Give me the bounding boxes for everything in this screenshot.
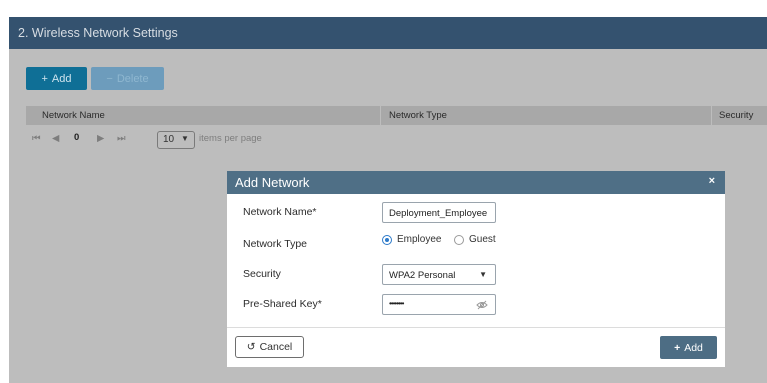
cancel-button-label: Cancel [259, 341, 293, 353]
plus-icon: + [674, 341, 681, 354]
items-per-page-label: items per page [199, 133, 262, 144]
radio-employee[interactable] [382, 235, 392, 245]
section-title: 2. Wireless Network Settings [18, 26, 178, 40]
first-page-icon[interactable]: ⏮ [32, 133, 41, 144]
network-name-input[interactable]: Deployment_Employee [382, 202, 496, 223]
page: 2. Wireless Network Settings + Add − Del… [0, 0, 767, 383]
column-divider [711, 106, 712, 125]
eye-slash-icon[interactable] [476, 300, 488, 310]
dialog-header: Add Network × [227, 171, 725, 194]
dialog-title: Add Network [235, 175, 310, 190]
pre-shared-key-label: Pre-Shared Key* [243, 298, 322, 310]
current-page: 0 [74, 132, 80, 143]
last-page-icon[interactable]: ⏭ [117, 133, 126, 144]
table-header: Network Name Network Type Security [26, 106, 767, 125]
close-icon[interactable]: × [709, 175, 715, 187]
radio-guest-label: Guest [469, 234, 496, 245]
column-network-type[interactable]: Network Type [389, 110, 447, 121]
undo-icon: ↺ [246, 341, 256, 353]
caret-down-icon: ▼ [181, 134, 189, 143]
dialog-add-label: Add [684, 341, 703, 354]
add-network-button[interactable]: + Add [26, 67, 87, 90]
add-button-label: Add [51, 72, 72, 85]
security-value: WPA2 Personal [389, 270, 456, 281]
network-type-label: Network Type [243, 238, 307, 250]
column-divider [380, 106, 381, 125]
pre-shared-key-value: •••••••• [389, 299, 404, 308]
radio-guest[interactable] [454, 235, 464, 245]
footer-divider [227, 327, 725, 328]
pagination: ⏮ ◀ 0 ▶ ⏭ 10 ▼ items per page [26, 126, 767, 153]
column-security[interactable]: Security [719, 110, 753, 121]
security-label: Security [243, 268, 281, 280]
radio-employee-label: Employee [397, 234, 442, 245]
add-network-dialog: Add Network × Network Name* Deployment_E… [227, 171, 725, 367]
delete-button-label: Delete [116, 72, 149, 85]
caret-down-icon: ▼ [479, 270, 487, 279]
network-name-label: Network Name* [243, 206, 317, 218]
minus-icon: − [106, 72, 113, 85]
delete-network-button[interactable]: − Delete [91, 67, 164, 90]
security-select[interactable]: WPA2 Personal ▼ [382, 264, 496, 285]
cancel-button[interactable]: ↺ Cancel [235, 336, 304, 358]
section-header: 2. Wireless Network Settings [9, 17, 767, 49]
prev-page-icon[interactable]: ◀ [52, 133, 59, 144]
items-per-page-value: 10 [163, 134, 175, 145]
dialog-add-button[interactable]: + Add [660, 336, 717, 359]
column-network-name[interactable]: Network Name [42, 110, 105, 121]
plus-icon: + [41, 72, 48, 85]
pre-shared-key-input[interactable]: •••••••• [382, 294, 496, 315]
items-per-page-select[interactable]: 10 ▼ [157, 131, 195, 149]
next-page-icon[interactable]: ▶ [97, 133, 104, 144]
